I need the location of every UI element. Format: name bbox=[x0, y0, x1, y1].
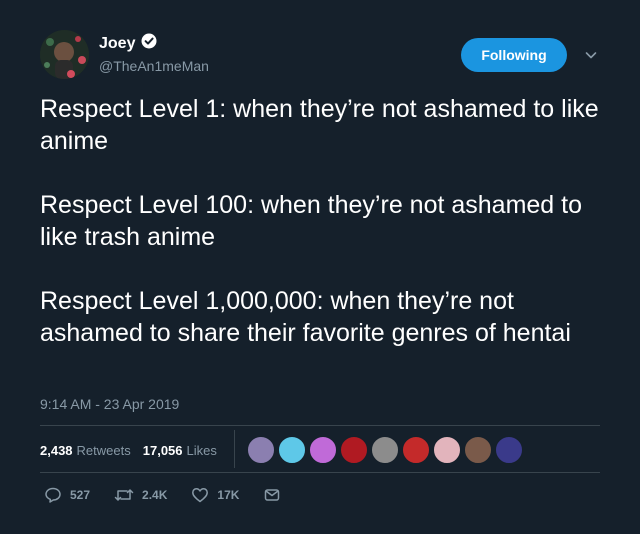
chevron-down-icon[interactable] bbox=[583, 47, 599, 68]
like-count: 17K bbox=[217, 488, 240, 502]
liker-avatar[interactable] bbox=[278, 436, 306, 464]
reply-icon bbox=[44, 486, 62, 504]
tweet-paragraph: Respect Level 1,000,000: when they’re no… bbox=[40, 287, 571, 347]
liker-avatar[interactable] bbox=[309, 436, 337, 464]
retweet-count: 2.4K bbox=[142, 488, 168, 502]
stats-separator bbox=[234, 430, 235, 468]
retweet-button[interactable]: 2.4K bbox=[114, 486, 167, 504]
liker-avatar[interactable] bbox=[495, 436, 523, 464]
author-name[interactable]: Joey bbox=[99, 35, 135, 53]
liker-avatar[interactable] bbox=[402, 436, 430, 464]
divider bbox=[40, 472, 600, 473]
heart-icon bbox=[191, 486, 209, 504]
reply-count: 527 bbox=[70, 488, 91, 502]
retweets-count[interactable]: 2,438 bbox=[40, 443, 73, 458]
liker-avatar[interactable] bbox=[464, 436, 492, 464]
retweet-icon bbox=[114, 486, 134, 504]
author-handle[interactable]: @TheAn1meMan bbox=[99, 58, 209, 74]
tweet-actions: 527 2.4K 17K bbox=[44, 486, 305, 504]
tweet-paragraph: Respect Level 100: when they’re not asha… bbox=[40, 191, 583, 251]
liker-avatar[interactable] bbox=[371, 436, 399, 464]
reply-button[interactable]: 527 bbox=[44, 486, 90, 504]
retweets-label[interactable]: Retweets bbox=[77, 443, 131, 458]
following-button[interactable]: Following bbox=[461, 38, 567, 72]
liker-avatar[interactable] bbox=[247, 436, 275, 464]
author-name-row[interactable]: Joey bbox=[99, 33, 157, 54]
tweet-text: Respect Level 1: when they’re not ashame… bbox=[40, 93, 615, 381]
liker-avatar[interactable] bbox=[433, 436, 461, 464]
tweet-card: Joey @TheAn1meMan Following Respect Leve… bbox=[0, 0, 640, 534]
verified-badge-icon bbox=[141, 33, 157, 54]
liker-avatars bbox=[247, 436, 523, 464]
tweet-stats: 2,438 Retweets 17,056 Likes bbox=[40, 440, 229, 460]
envelope-icon bbox=[263, 486, 281, 504]
direct-message-button[interactable] bbox=[263, 486, 281, 504]
tweet-timestamp[interactable]: 9:14 AM - 23 Apr 2019 bbox=[40, 396, 179, 412]
liker-avatar[interactable] bbox=[340, 436, 368, 464]
likes-label[interactable]: Likes bbox=[187, 443, 217, 458]
like-button[interactable]: 17K bbox=[191, 486, 239, 504]
likes-count[interactable]: 17,056 bbox=[143, 443, 183, 458]
avatar[interactable] bbox=[40, 30, 89, 79]
divider bbox=[40, 425, 600, 426]
tweet-paragraph: Respect Level 1: when they’re not ashame… bbox=[40, 95, 599, 155]
